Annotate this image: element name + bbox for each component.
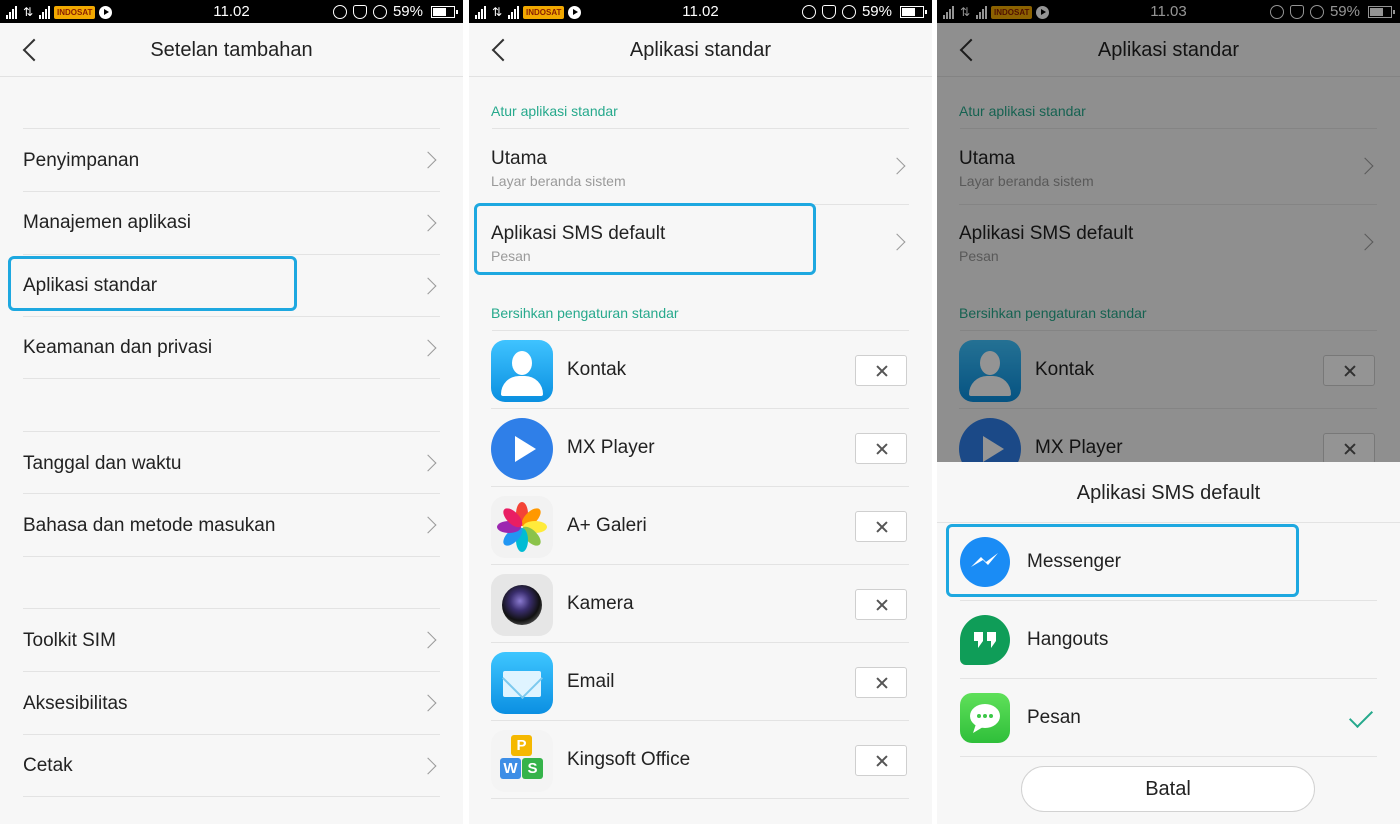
status-right: 59% [332,3,458,20]
title-bar: Setelan tambahan [0,23,463,77]
chevron-right-icon [419,694,437,712]
alarm-icon [372,4,387,19]
default-item-utama[interactable]: Utama Layar beranda sistem [491,129,909,205]
chevron-right-icon [419,214,437,232]
hangouts-icon [960,615,1010,665]
chevron-right-icon [888,233,906,251]
settings-item-label: Tanggal dan waktu [23,453,182,474]
sync-icon [332,4,347,19]
settings-item-bahasa[interactable]: Bahasa dan metode masukan [23,494,440,557]
app-name: MX Player [567,437,655,458]
clear-default-button[interactable] [855,511,907,542]
battery-icon [900,5,927,18]
battery-percent: 59% [392,3,423,20]
email-icon [491,652,553,714]
clear-default-button[interactable] [855,355,907,386]
camera-icon [491,574,553,636]
chevron-right-icon [419,151,437,169]
status-bar: ⇅ INDOSAT 11.02 59% [469,0,932,23]
clear-default-button[interactable] [855,667,907,698]
app-row-kontak: Kontak [491,331,909,409]
app-row-galeri: A+ Galeri [491,487,909,565]
messages-icon [960,693,1010,743]
option-label: Hangouts [1027,629,1109,650]
sync-icon [801,4,816,19]
settings-item-penyimpanan[interactable]: Penyimpanan [23,129,440,192]
settings-item-label: Manajemen aplikasi [23,212,191,233]
settings-item-tanggal-waktu[interactable]: Tanggal dan waktu [23,432,440,494]
settings-item-manajemen-aplikasi[interactable]: Manajemen aplikasi [23,192,440,255]
chevron-right-icon [419,339,437,357]
app-name: Kingsoft Office [567,749,691,770]
kingsoft-office-icon: P W S [491,730,553,792]
app-row-email: Email [491,643,909,721]
gallery-icon [491,496,553,558]
status-right: 59% [801,3,927,20]
settings-item-label: Keamanan dan privasi [23,337,213,358]
cancel-button[interactable]: Batal [1021,766,1315,812]
battery-percent: 59% [861,3,892,20]
app-name: Kontak [567,359,627,380]
option-pesan[interactable]: Pesan [960,679,1377,757]
panel-setelan-tambahan: ⇅ INDOSAT 11.02 59% Setelan tambahan Pen… [0,0,463,824]
clear-default-button[interactable] [855,589,907,620]
section-header-set-default: Atur aplikasi standar [491,103,618,119]
battery-icon [431,5,458,18]
contacts-icon [491,340,553,402]
sms-default-sheet: Aplikasi SMS default Messenger Hangouts … [937,462,1400,824]
title-bar: Aplikasi standar [469,23,932,77]
chevron-right-icon [419,277,437,295]
option-hangouts[interactable]: Hangouts [960,601,1377,679]
app-row-mx-player: MX Player [491,409,909,487]
chevron-right-icon [419,454,437,472]
mx-player-icon [491,418,553,480]
section-header-clear-default: Bersihkan pengaturan standar [491,305,679,321]
settings-item-keamanan[interactable]: Keamanan dan privasi [23,317,440,379]
mute-icon [821,4,836,19]
settings-item-cetak[interactable]: Cetak [23,735,440,797]
app-name: A+ Galeri [567,515,647,536]
status-bar: ⇅ INDOSAT 11.02 59% [0,0,463,23]
settings-item-label: Toolkit SIM [23,630,116,651]
mute-icon [352,4,367,19]
settings-item-label: Penyimpanan [23,150,140,171]
highlight-box [474,203,816,275]
default-item-label: Utama [491,148,547,169]
highlight-box [8,256,297,311]
settings-item-label: Bahasa dan metode masukan [23,515,276,536]
chevron-right-icon [419,757,437,775]
chevron-right-icon [419,516,437,534]
app-row-kingsoft: P W S Kingsoft Office [491,721,909,799]
alarm-icon [841,4,856,19]
page-title: Aplikasi standar [629,39,772,61]
app-row-kamera: Kamera [491,565,909,643]
panel-sms-default-dialog: ⇅ INDOSAT 11.03 59% Aplikasi standar Atu… [937,0,1400,824]
settings-item-label: Cetak [23,755,73,776]
check-icon [1348,703,1374,729]
clear-default-button[interactable] [855,745,907,776]
settings-item-label: Aksesibilitas [23,693,128,714]
chevron-right-icon [888,157,906,175]
settings-item-toolkit-sim[interactable]: Toolkit SIM [23,609,440,672]
option-label: Pesan [1027,707,1081,728]
app-name: Kamera [567,593,634,614]
default-item-value: Layar beranda sistem [491,173,626,189]
settings-item-aksesibilitas[interactable]: Aksesibilitas [23,672,440,735]
app-name: Email [567,671,615,692]
highlight-box [946,524,1299,597]
dim-overlay[interactable] [937,0,1400,462]
panel-aplikasi-standar: ⇅ INDOSAT 11.02 59% Aplikasi standar Atu… [469,0,932,824]
clear-default-button[interactable] [855,433,907,464]
page-title: Setelan tambahan [150,39,313,61]
sheet-title: Aplikasi SMS default [1076,482,1261,504]
chevron-right-icon [419,631,437,649]
